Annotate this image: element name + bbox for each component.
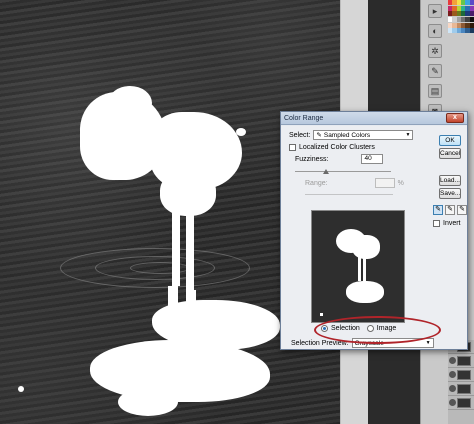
layers-tool-icon[interactable]: ▤ bbox=[428, 84, 442, 98]
layer-thumbnail bbox=[457, 369, 471, 380]
heron-leg-mask bbox=[172, 206, 180, 286]
layer-thumbnail bbox=[457, 383, 471, 394]
preview-mask bbox=[358, 257, 361, 281]
fuzziness-slider-track[interactable] bbox=[295, 171, 391, 172]
chevron-down-icon: ▼ bbox=[425, 340, 431, 346]
color-range-dialog: Color Range x Select: ✎ Sampled Colors ▼… bbox=[280, 111, 468, 350]
eyedropper-icon[interactable]: ✎ bbox=[433, 205, 443, 215]
spot-mask bbox=[236, 128, 246, 136]
save-button[interactable]: Save... bbox=[439, 188, 461, 199]
close-icon[interactable]: x bbox=[446, 113, 464, 123]
layer-thumbnail bbox=[457, 355, 471, 366]
select-label: Select: bbox=[289, 131, 311, 139]
load-button[interactable]: Load... bbox=[439, 175, 461, 186]
layer-row[interactable] bbox=[448, 368, 474, 382]
swatches-panel[interactable] bbox=[448, 0, 474, 34]
gear-tool-icon[interactable]: ✲ bbox=[428, 44, 442, 58]
localized-clusters-checkbox[interactable] bbox=[289, 144, 296, 151]
preview-mask bbox=[352, 235, 380, 259]
eye-icon[interactable] bbox=[449, 357, 456, 364]
range-label: Range: bbox=[305, 179, 328, 187]
dialog-titlebar[interactable]: Color Range x bbox=[281, 112, 467, 125]
layer-thumbnail bbox=[457, 397, 471, 408]
preview-mask bbox=[346, 281, 384, 303]
eye-icon[interactable] bbox=[449, 399, 456, 406]
selection-preview-thumbnail[interactable] bbox=[311, 210, 405, 323]
select-dropdown[interactable]: ✎ Sampled Colors ▼ bbox=[313, 130, 414, 140]
invert-checkbox[interactable] bbox=[433, 220, 440, 227]
ok-button[interactable]: OK bbox=[439, 135, 461, 146]
arrow-tool-icon[interactable]: ▸ bbox=[428, 4, 442, 18]
select-value: Sampled Colors bbox=[323, 131, 371, 139]
eye-icon[interactable] bbox=[449, 385, 456, 392]
brush-tool-icon[interactable]: ✎ bbox=[428, 64, 442, 78]
eye-tool-icon[interactable]: ◐ bbox=[428, 24, 442, 38]
layer-row[interactable] bbox=[448, 382, 474, 396]
water-ripple bbox=[130, 262, 190, 274]
heron-head-mask bbox=[108, 86, 152, 120]
dialog-title: Color Range bbox=[284, 114, 324, 122]
reflection-mask bbox=[118, 388, 178, 416]
invert-label: Invert bbox=[443, 220, 461, 227]
range-input[interactable] bbox=[374, 178, 395, 188]
cancel-button[interactable]: Cancel bbox=[439, 148, 461, 159]
heron-leg-mask bbox=[186, 206, 194, 290]
preview-mask bbox=[363, 257, 366, 283]
chevron-down-icon: ▼ bbox=[405, 132, 411, 138]
preview-mask bbox=[320, 313, 323, 316]
eyedropper-minus-icon[interactable]: ✎ bbox=[457, 205, 467, 215]
range-slider-track[interactable] bbox=[305, 194, 393, 195]
fuzziness-slider-knob[interactable] bbox=[323, 169, 329, 174]
fuzziness-input[interactable]: 40 bbox=[361, 154, 384, 164]
range-unit: % bbox=[397, 179, 404, 187]
layer-row[interactable] bbox=[448, 354, 474, 368]
eyedropper-icon: ✎ bbox=[316, 132, 322, 139]
layer-row[interactable] bbox=[448, 396, 474, 410]
eye-icon[interactable] bbox=[449, 371, 456, 378]
layers-panel[interactable] bbox=[448, 340, 474, 424]
speck-mask bbox=[18, 386, 24, 392]
annotation-ellipse bbox=[314, 316, 441, 344]
fuzziness-label: Fuzziness: bbox=[295, 155, 329, 163]
eyedropper-plus-icon[interactable]: ✎ bbox=[445, 205, 455, 215]
localized-clusters-label: Localized Color Clusters bbox=[299, 144, 375, 151]
